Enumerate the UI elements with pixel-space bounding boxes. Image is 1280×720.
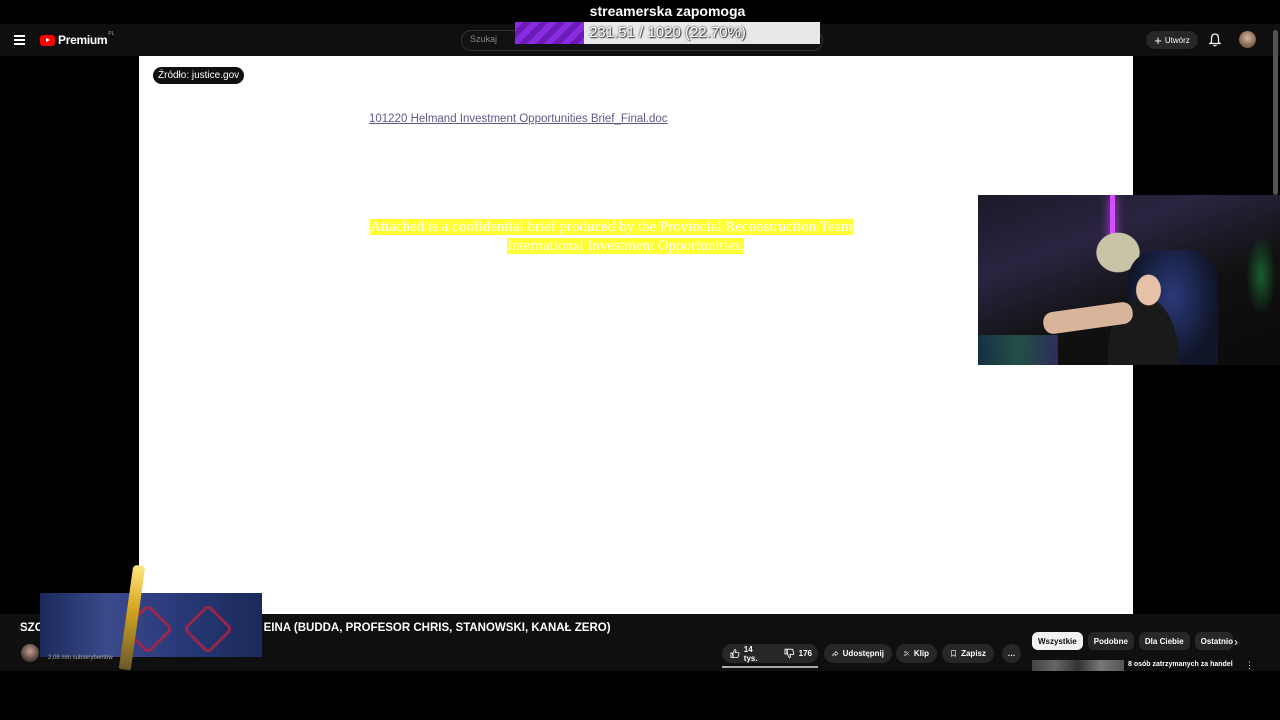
goal-progress-bar: 231.51 / 1020 (22.70%)	[515, 22, 820, 44]
from-value: The Duke	[424, 73, 474, 86]
more-icon: …	[1007, 649, 1016, 658]
dislike-button[interactable]: 176	[776, 644, 820, 663]
save-button[interactable]: Zapisz	[942, 644, 994, 663]
logo-text: Premium	[58, 33, 108, 47]
signoff: A	[370, 442, 381, 458]
chip-recent[interactable]: Ostatnio	[1194, 632, 1233, 650]
related-video-thumbnail[interactable]	[1032, 660, 1124, 671]
overlay-hex-2	[182, 603, 234, 655]
p2-line-4: Foundation doesn’t do anything in Afghan…	[370, 378, 657, 394]
dislike-count: 176	[798, 649, 812, 658]
recommendation-chips: Wszystkie Podobne Dla Ciebie Ostatnio	[1032, 632, 1233, 650]
attachment-row: 101220 Helmand Investment Opportunities …	[369, 113, 886, 126]
goal-progress-text: 231.51 / 1020 (22.70%)	[589, 24, 746, 41]
subscriber-count: 2,08 mln subskrybentów	[48, 655, 113, 661]
p1-line-2: Helmand Province for International Inves…	[370, 237, 868, 256]
from-label: From:	[369, 73, 402, 86]
email-header: To: jeevacation@gmail.com[jeevacation@gma…	[369, 60, 886, 126]
related-more-icon[interactable]: ⋮	[1245, 660, 1254, 671]
to-row: To: jeevacation@gmail.com[jeevacation@gma…	[369, 60, 886, 73]
youtube-play-icon	[40, 34, 55, 46]
clip-label: Klip	[913, 649, 929, 658]
like-ratio-bar	[722, 666, 818, 668]
chip-for-you[interactable]: Dla Ciebie	[1138, 632, 1190, 650]
related-video-title[interactable]: 8 osób zatrzymanych za handel	[1128, 661, 1233, 668]
chip-similar[interactable]: Podobne	[1087, 632, 1134, 650]
notifications-bell-icon[interactable]	[1209, 33, 1221, 47]
sent-value: Fri 12/24/2010 3:24:45 PM	[424, 86, 561, 99]
bookmark-icon	[951, 650, 956, 658]
subject-value: Afghanistan International Investment opp…	[424, 99, 680, 112]
plus-icon: +	[1154, 32, 1162, 48]
like-count: 14 tys.	[743, 644, 758, 663]
video-title-end: EINA (BUDDA, PROFESOR CHRIS, STANOWSKI, …	[263, 622, 611, 634]
share-icon	[832, 650, 839, 657]
clip-button[interactable]: Klip	[896, 644, 937, 663]
subject-label: Subject:	[369, 99, 415, 112]
p1-line-2-pre: Helmand Province for	[370, 238, 508, 254]
highlight-1: Attached is a confidential brief produce…	[370, 219, 853, 235]
webcam-keyboard	[978, 335, 1058, 365]
skin-overlay-image	[40, 593, 262, 657]
chip-all[interactable]: Wszystkie	[1032, 632, 1083, 650]
to-label: To:	[369, 60, 387, 72]
scrollbar[interactable]	[1273, 30, 1278, 195]
account-avatar[interactable]	[1239, 31, 1256, 48]
p1-line-3: exclusive to Helmand Province but princi…	[370, 257, 805, 273]
create-button[interactable]: + Utwórz	[1146, 31, 1198, 49]
share-button[interactable]: Udostępnij	[824, 644, 892, 663]
youtube-logo[interactable]: Premium PL	[40, 31, 115, 47]
from-row: From: The Duke	[369, 73, 886, 86]
source-badge: Źródło: justice.gov	[153, 67, 245, 84]
p1-line-2-post: These are not	[744, 238, 829, 254]
sent-label: Sent:	[369, 86, 398, 99]
p1-line-1-end: in	[852, 219, 869, 235]
menu-icon[interactable]	[14, 35, 25, 45]
paragraph-1: Attached is a confidential brief produce…	[370, 218, 868, 275]
subject-row: Subject: Afghanistan International Invest…	[369, 100, 886, 113]
p2-line-2: be very interested in your comments, vie…	[370, 340, 829, 356]
signature: HRH The Duke of York KG	[370, 505, 517, 520]
paragraph-2: I am going to offer this elsewhere in my…	[370, 320, 873, 396]
like-button[interactable]: 14 tys.	[722, 644, 774, 663]
logo-region: PL	[108, 31, 115, 37]
channel-avatar[interactable]	[21, 644, 39, 662]
highlight-2: International Investment Opportunities.	[507, 238, 745, 254]
share-label: Udostępnij	[842, 649, 884, 658]
p2-line-3: usefully show this to attract some inter…	[370, 359, 873, 375]
goal-title: streamerska zapomoga	[589, 3, 746, 19]
webcam-overlay	[978, 195, 1280, 365]
scissors-icon	[904, 650, 910, 657]
greeting: J,	[370, 154, 380, 170]
chevron-right-icon[interactable]: ›	[1234, 635, 1238, 649]
save-label: Zapisz	[961, 649, 986, 658]
to-value: jeevacation@gmail.com[jeevacation@gmail.…	[424, 60, 886, 72]
attachment-link[interactable]: 101220 Helmand Investment Opportunities …	[369, 113, 668, 125]
more-actions-button[interactable]: …	[1002, 644, 1021, 663]
webcam-green-light	[1246, 235, 1276, 315]
thumbs-down-icon	[784, 648, 795, 659]
p2-line-1: I am going to offer this elsewhere in my…	[370, 321, 868, 337]
sent-row: Sent: Fri 12/24/2010 3:24:45 PM	[369, 87, 886, 100]
p1-line-1: Attached is a confidential brief produce…	[370, 218, 868, 237]
create-label: Utwórz	[1164, 35, 1190, 45]
thumbs-up-icon	[730, 649, 740, 658]
